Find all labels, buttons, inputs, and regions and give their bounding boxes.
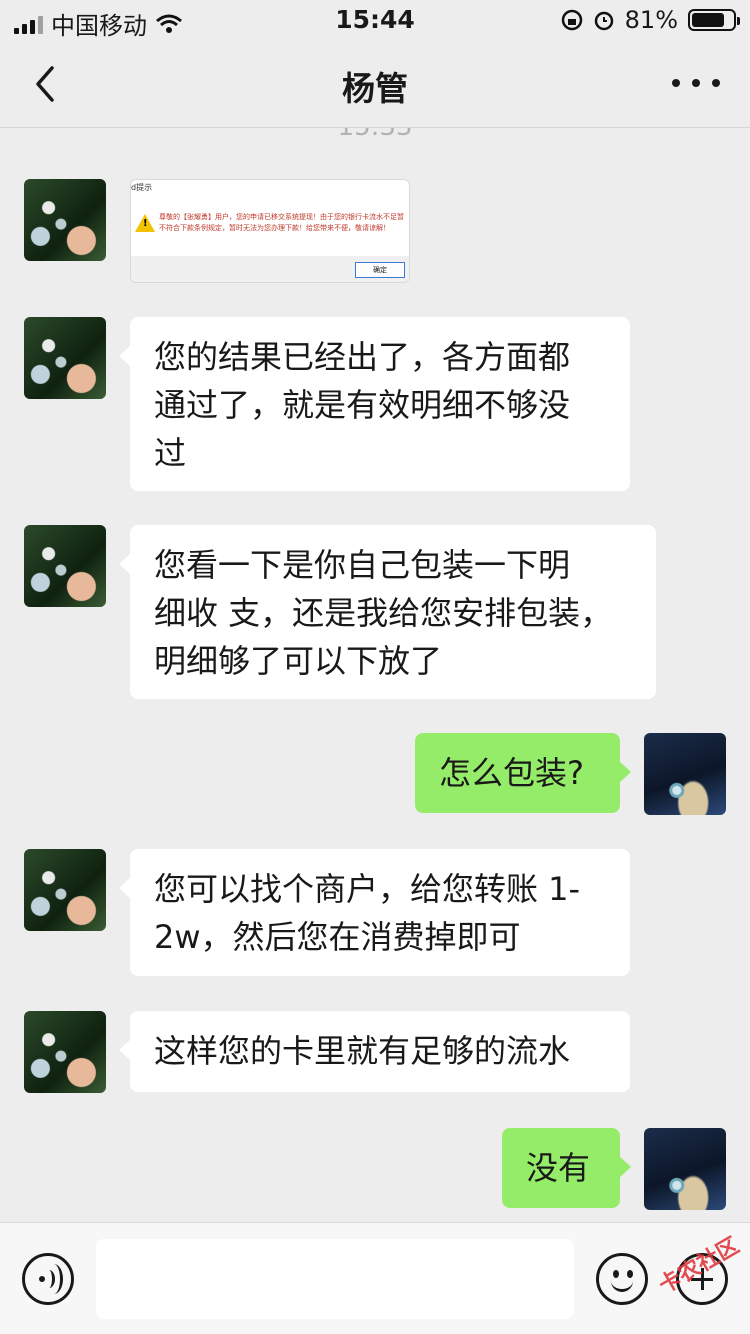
message-bubble[interactable]: 您可以找个商户，给您转账 1- 2w，然后您在消费掉即可	[119, 849, 630, 976]
contact-avatar[interactable]	[24, 317, 106, 399]
my-avatar[interactable]	[644, 1128, 726, 1210]
message-text: 您的结果已经出了，各方面都 通过了，就是有效明细不够没 过	[154, 338, 571, 472]
message-bubble[interactable]: 您看一下是你自己包装一下明 细收 支，还是我给您安排包装， 明细够了可以下放了	[119, 525, 656, 699]
message-bubble[interactable]: 没有	[502, 1128, 631, 1208]
status-right: 81%	[561, 6, 740, 34]
message-bubble[interactable]: 这样您的卡里就有足够的流水	[119, 1011, 630, 1092]
message-text: 怎么包装?	[439, 754, 584, 792]
contact-avatar[interactable]	[24, 1011, 106, 1093]
dialog-title: d提示	[131, 183, 153, 192]
contact-avatar[interactable]	[24, 179, 106, 261]
message-list[interactable]: 15:33 d提示 ! 尊敬的【张耀勇】用户，您的申请已移交系统提现！由于您的银…	[0, 128, 750, 1222]
image-message[interactable]: d提示 ! 尊敬的【张耀勇】用户，您的申请已移交系统提现！由于您的银行卡流水不足…	[130, 179, 410, 283]
message-timestamp: 15:33	[0, 128, 750, 142]
message-text: 您可以找个商户，给您转账 1- 2w，然后您在消费掉即可	[154, 870, 581, 956]
rotation-lock-icon	[561, 9, 582, 31]
alarm-icon	[594, 11, 613, 31]
contact-avatar[interactable]	[24, 525, 106, 607]
message-bubble[interactable]: 您的结果已经出了，各方面都 通过了，就是有效明细不够没 过	[119, 317, 630, 491]
dialog-ok-button: 确定	[355, 262, 405, 278]
input-bar	[0, 1222, 750, 1334]
more-icon[interactable]	[672, 66, 720, 100]
emoji-icon[interactable]	[596, 1253, 648, 1305]
message-text: 这样您的卡里就有足够的流水	[154, 1032, 571, 1070]
chat-title: 杨管	[342, 69, 408, 108]
status-bar: 中国移动 15:44 81%	[0, 0, 750, 40]
my-avatar[interactable]	[644, 733, 726, 815]
battery-level	[692, 13, 724, 27]
message-bubble[interactable]: 怎么包装?	[415, 733, 631, 813]
voice-icon[interactable]	[22, 1253, 74, 1305]
battery-icon	[688, 9, 740, 31]
battery-percent: 81%	[624, 6, 678, 34]
message-text: 没有	[526, 1149, 591, 1187]
chat-header: 杨管	[0, 40, 750, 128]
contact-avatar[interactable]	[24, 849, 106, 931]
dialog-text: 尊敬的【张耀勇】用户，您的申请已移交系统提现！由于您的银行卡流水不足暂不符合下款…	[159, 213, 404, 232]
message-text: 您看一下是你自己包装一下明 细收 支，还是我给您安排包装， 明细够了可以下放了	[154, 546, 613, 680]
message-input[interactable]	[96, 1239, 574, 1319]
